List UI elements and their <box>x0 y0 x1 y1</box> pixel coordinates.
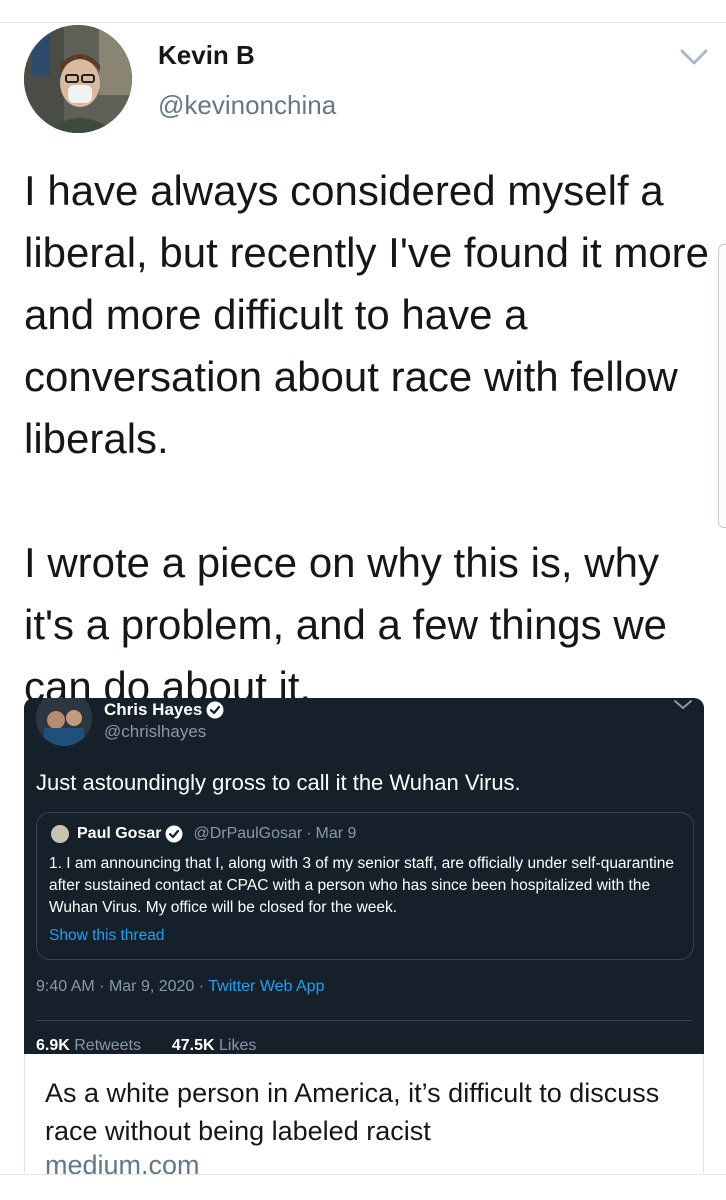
bottom-divider <box>0 1174 726 1175</box>
embedded-author-handle: @chrislhayes <box>104 722 207 741</box>
link-card[interactable]: As a white person in America, it’s diffi… <box>24 1054 704 1175</box>
quoted-date: Mar 9 <box>315 825 357 842</box>
chevron-down-icon[interactable] <box>676 42 712 72</box>
embedded-time: 9:40 AM <box>36 978 95 995</box>
retweets-label: Retweets <box>74 1037 141 1054</box>
likes-label: Likes <box>219 1037 257 1054</box>
verified-badge-icon <box>165 825 183 843</box>
link-card-domain: medium.com <box>45 1150 200 1175</box>
author-name[interactable]: Kevin B <box>158 40 255 71</box>
tweet-text: I have always considered myself a libera… <box>24 160 714 718</box>
quoted-tweet-header: Paul Gosar @DrPaulGosar · Mar 9 <box>77 825 356 843</box>
embedded-tweet-screenshot[interactable]: Chris Hayes @chrislhayes Just astounding… <box>24 698 704 1054</box>
embedded-stats: 6.9K Retweets 47.5K Likes <box>36 1037 256 1054</box>
quoted-author-avatar <box>51 825 69 843</box>
show-thread-link: Show this thread <box>49 927 165 944</box>
embedded-source: Twitter Web App <box>208 978 325 995</box>
embedded-date: Mar 9, 2020 <box>108 978 195 995</box>
quoted-author-handle: @DrPaulGosar <box>193 825 303 842</box>
tweet-paragraph: I have always considered myself a libera… <box>24 167 710 462</box>
scrollbar[interactable] <box>718 244 726 528</box>
top-divider <box>0 22 726 23</box>
chevron-down-icon <box>674 700 692 710</box>
embedded-author-name-text: Chris Hayes <box>104 700 203 719</box>
separator-dot: · <box>198 978 209 995</box>
embedded-author-name: Chris Hayes <box>104 700 224 720</box>
embedded-divider <box>36 1020 692 1021</box>
author-avatar[interactable] <box>24 25 132 133</box>
embedded-tweet-text: Just astoundingly gross to call it the W… <box>36 770 521 795</box>
link-card-title[interactable]: As a white person in America, it’s diffi… <box>45 1074 685 1150</box>
quoted-tweet-text: 1. I am announcing that I, along with 3 … <box>49 855 674 916</box>
quoted-author-name: Paul Gosar <box>77 825 162 842</box>
author-handle[interactable]: @kevinonchina <box>158 90 336 121</box>
separator-dot: · <box>306 825 312 842</box>
separator-dot: · <box>99 978 109 995</box>
embedded-tweet-meta: 9:40 AM · Mar 9, 2020 · Twitter Web App <box>36 978 324 996</box>
quoted-tweet: Paul Gosar @DrPaulGosar · Mar 9 1. I am … <box>36 812 694 960</box>
likes-count: 47.5K <box>171 1037 215 1054</box>
tweet-paragraph: I wrote a piece on why this is, why it's… <box>24 539 668 710</box>
retweets-count: 6.9K <box>36 1037 70 1054</box>
verified-badge-icon <box>206 701 224 719</box>
embedded-author-avatar <box>36 698 92 746</box>
